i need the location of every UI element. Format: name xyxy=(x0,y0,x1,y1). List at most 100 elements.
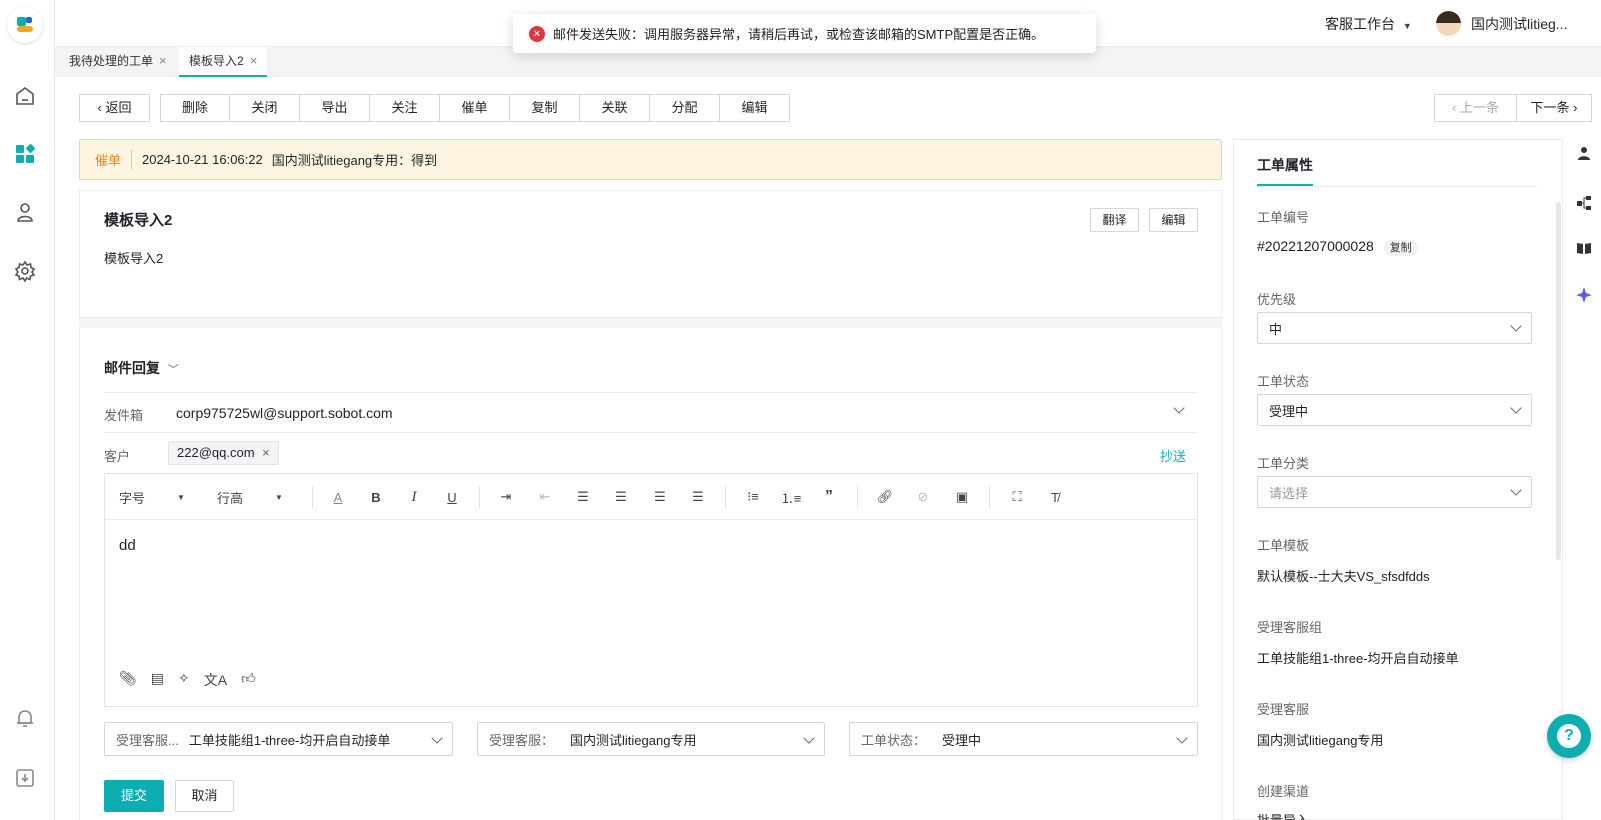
submit-button[interactable]: 提交 xyxy=(104,780,164,812)
ai-sparkle-icon[interactable] xyxy=(1575,286,1593,307)
chevron-down-icon xyxy=(1510,402,1522,414)
ticket-status-select[interactable]: 受理中 xyxy=(1257,394,1532,426)
divider xyxy=(857,486,858,508)
from-mailbox-select[interactable]: corp975725wl@support.sobot.com xyxy=(176,405,393,421)
priority-value: 中 xyxy=(1269,321,1283,337)
urge-button[interactable]: 催单 xyxy=(440,94,510,122)
user-icon[interactable] xyxy=(1576,145,1592,164)
close-icon[interactable]: × xyxy=(262,445,270,460)
link-icon[interactable]: 🔗︎ xyxy=(874,486,896,508)
cancel-button[interactable]: 取消 xyxy=(175,780,234,812)
unlink-icon[interactable]: ⊘ xyxy=(912,486,934,508)
quick-reply-icon[interactable]: ▤ xyxy=(151,670,164,690)
error-toast: × 邮件发送失败：调用服务器异常，请稍后再试，或检查该邮箱的SMTP配置是否正确… xyxy=(513,14,1096,53)
next-button[interactable]: 下一条 › xyxy=(1516,94,1592,122)
customer-icon[interactable] xyxy=(12,199,38,225)
image-icon[interactable]: ▣ xyxy=(951,486,973,508)
alert-text: 国内测试litiegang专用：得到 xyxy=(271,153,438,168)
home-icon[interactable] xyxy=(12,83,38,109)
assign-button[interactable]: 分配 xyxy=(650,94,720,122)
ai-magic-icon[interactable]: ✧ xyxy=(178,670,190,690)
caret-down-icon: ▼ xyxy=(1402,21,1412,31)
chevron-left-icon: ‹ xyxy=(1452,100,1457,115)
align-left-icon[interactable]: ☰ xyxy=(572,486,594,508)
translate-button[interactable]: 翻译 xyxy=(1090,208,1139,232)
copy-button[interactable]: 复制 xyxy=(510,94,580,122)
fullscreen-icon[interactable]: ⛶ xyxy=(1006,486,1028,508)
caret-down-icon: ▼ xyxy=(177,492,185,502)
divider xyxy=(479,486,480,508)
avatar[interactable] xyxy=(1436,11,1461,36)
indent-icon[interactable]: ⇥ xyxy=(495,486,517,508)
attachment-icon[interactable]: 📎︎ xyxy=(119,670,137,690)
bell-icon[interactable] xyxy=(12,705,38,731)
close-ticket-button[interactable]: 关闭 xyxy=(230,94,300,122)
edit-button[interactable]: 编辑 xyxy=(720,94,790,122)
tab-template-import[interactable]: 模板导入2 × xyxy=(179,47,268,77)
clear-format-icon[interactable]: T̸ xyxy=(1044,486,1066,508)
link-button[interactable]: 关联 xyxy=(580,94,650,122)
align-justify-icon[interactable]: ☰ xyxy=(687,486,709,508)
close-icon[interactable]: × xyxy=(250,53,258,68)
divider xyxy=(725,486,726,508)
priority-select[interactable]: 中 xyxy=(1257,312,1532,344)
ticket-id-label: 工单编号 xyxy=(1257,210,1310,225)
delete-button[interactable]: 删除 xyxy=(160,94,230,122)
bullet-list-icon[interactable]: ⁝≡ xyxy=(742,486,764,508)
chevron-down-icon xyxy=(1510,484,1522,496)
download-icon[interactable] xyxy=(12,765,38,791)
template-value: 默认模板--士大夫VS_sfsdfdds xyxy=(1257,569,1430,584)
user-menu[interactable]: 国内测试litieg... xyxy=(1471,14,1567,34)
tab-label: 模板导入2 xyxy=(189,54,244,68)
align-right-icon[interactable]: ☰ xyxy=(649,486,671,508)
category-select[interactable]: 请选择 xyxy=(1257,476,1532,508)
quote-icon[interactable]: ” xyxy=(818,486,840,508)
italic-icon[interactable]: I xyxy=(403,486,425,508)
outdent-icon[interactable]: ⇤ xyxy=(534,486,556,508)
toast-message: 邮件发送失败：调用服务器异常，请稍后再试，或检查该邮箱的SMTP配置是否正确。 xyxy=(553,27,1045,42)
book-icon[interactable] xyxy=(1576,240,1592,259)
settings-icon[interactable] xyxy=(12,258,38,284)
prev-button[interactable]: ‹ 上一条 xyxy=(1434,94,1517,122)
status-select[interactable]: 工单状态： 受理中 xyxy=(849,722,1198,756)
font-size-select[interactable]: 字号 ▼ xyxy=(119,486,197,508)
flow-icon[interactable] xyxy=(1576,195,1592,214)
ticket-id-value: #20221207000028 xyxy=(1257,238,1374,254)
reply-title[interactable]: 邮件回复 ﹀ xyxy=(104,358,179,378)
export-button[interactable]: 导出 xyxy=(300,94,370,122)
properties-tab[interactable]: 工单属性 xyxy=(1257,155,1313,186)
tab-pending-tickets[interactable]: 我待处理的工单 × xyxy=(59,47,177,77)
line-height-select[interactable]: 行高 ▼ xyxy=(217,486,297,508)
cc-link[interactable]: 抄送 xyxy=(1160,446,1186,465)
close-icon[interactable]: × xyxy=(159,53,167,68)
translate-icon[interactable]: 文A xyxy=(204,670,227,690)
back-button[interactable]: ‹ 返回 xyxy=(79,94,150,122)
scrollbar[interactable] xyxy=(1556,202,1561,560)
chevron-right-icon: › xyxy=(1573,100,1578,115)
numbered-list-icon[interactable]: ⒈≡ xyxy=(780,486,802,508)
workspace-switcher[interactable]: 客服工作台 ▼ xyxy=(1325,14,1412,34)
font-color-icon[interactable]: A xyxy=(327,486,349,508)
thumbs-up-icon[interactable]: 👍︎ xyxy=(241,670,256,690)
edit-content-button[interactable]: 编辑 xyxy=(1149,208,1198,232)
group-select[interactable]: 受理客服... 工单技能组1-three-均开启自动接单 xyxy=(104,722,453,756)
category-placeholder: 请选择 xyxy=(1269,485,1309,501)
agent-select[interactable]: 受理客服： 国内测试litiegang专用 xyxy=(477,722,825,756)
agent-label: 受理客服 xyxy=(1257,702,1310,717)
copy-id-button[interactable]: 复制 xyxy=(1383,240,1418,256)
workbench-icon[interactable] xyxy=(12,141,38,167)
underline-icon[interactable]: U xyxy=(441,486,463,508)
ticket-status-value: 受理中 xyxy=(1269,403,1309,419)
app-logo[interactable] xyxy=(7,7,43,43)
align-center-icon[interactable]: ☰ xyxy=(610,486,632,508)
customer-tag[interactable]: 222@qq.com × xyxy=(168,441,279,465)
bold-icon[interactable]: B xyxy=(365,486,387,508)
editor-content[interactable]: dd xyxy=(119,537,136,554)
from-label: 发件箱 xyxy=(104,408,144,423)
agent-value: 国内测试litiegang专用 xyxy=(1257,733,1384,748)
help-button[interactable]: ? xyxy=(1547,714,1591,758)
follow-button[interactable]: 关注 xyxy=(370,94,440,122)
group-select-label: 受理客服... xyxy=(116,732,179,748)
chevron-down-icon: ﹀ xyxy=(167,364,179,376)
caret-down-icon: ▼ xyxy=(275,492,283,502)
